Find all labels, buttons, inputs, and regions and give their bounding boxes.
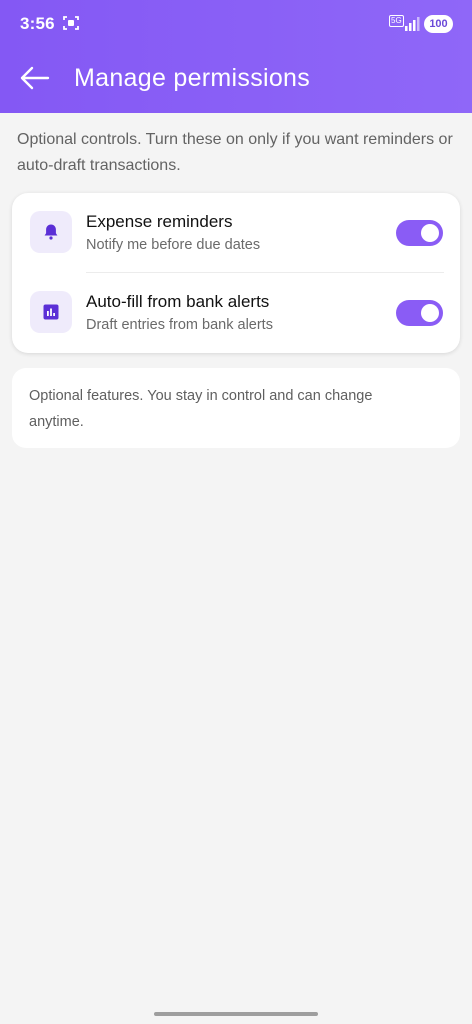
expense-reminders-toggle[interactable]: [396, 220, 443, 246]
network-indicator: 5G: [389, 15, 404, 27]
permission-label: Expense reminders: [86, 212, 233, 231]
permission-description: Draft entries from bank alerts: [86, 317, 273, 333]
status-bar: 3:56 5G 100: [0, 0, 472, 48]
permission-row-expense-reminders: Expense reminders Notify me before due d…: [12, 193, 460, 273]
bar-chart-icon: [30, 291, 72, 333]
auto-fill-toggle[interactable]: [396, 300, 443, 326]
info-note-text: Optional features. You stay in control a…: [29, 388, 373, 430]
permissions-card: Expense reminders Notify me before due d…: [12, 193, 460, 353]
home-indicator[interactable]: [154, 1012, 318, 1016]
intro-text: Optional controls. Turn these on only if…: [17, 131, 453, 174]
arrow-left-icon[interactable]: [18, 62, 52, 94]
toggle-knob: [421, 304, 439, 322]
permission-label: Auto-fill from bank alerts: [86, 292, 270, 311]
battery-indicator: 100: [424, 15, 453, 33]
permission-description: Notify me before due dates: [86, 237, 261, 253]
signal-icon: [405, 17, 420, 31]
status-time: 3:56: [20, 14, 55, 33]
toggle-knob: [421, 224, 439, 242]
page-title: Manage permissions: [74, 64, 311, 92]
screen-record-icon: [63, 16, 79, 30]
permission-row-auto-fill: Auto-fill from bank alerts Draft entries…: [12, 273, 460, 353]
top-app-bar: 3:56 5G 100 Manage permissions: [0, 0, 472, 113]
bell-icon: [30, 211, 72, 253]
info-note-card: Optional features. You stay in control a…: [12, 368, 460, 448]
